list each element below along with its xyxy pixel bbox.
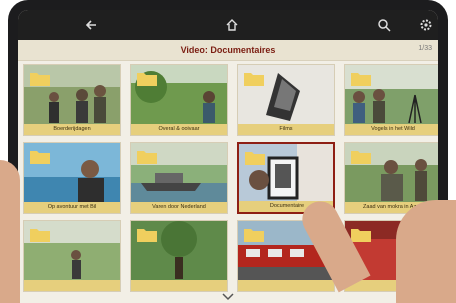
folder-icon: [137, 73, 157, 86]
tile-label: Op avontuur met Bil: [24, 202, 120, 213]
tile-label: [131, 280, 227, 291]
left-hand: [0, 160, 20, 303]
folder-icon: [137, 151, 157, 164]
video-tile-row3-1[interactable]: [23, 220, 121, 292]
folder-icon: [30, 151, 50, 164]
video-tile-row3-2[interactable]: [130, 220, 228, 292]
folder-icon: [351, 229, 371, 242]
tile-label: [24, 280, 120, 291]
home-icon[interactable]: [224, 17, 240, 33]
app-screen: Video: Documentaires 1/33 Boerderijdagen: [18, 10, 438, 303]
folder-icon: [244, 229, 264, 242]
video-grid: Boerderijdagen Overal & ooivaar Films Vo…: [18, 60, 438, 303]
video-tile-op-avontuur[interactable]: Op avontuur met Bil: [23, 142, 121, 214]
video-tile-vogels-in-het-wild[interactable]: Vogels in het Wild: [344, 64, 438, 136]
arrow-left-icon[interactable]: [84, 17, 100, 33]
video-tile-overal-ooivaar[interactable]: Overal & ooivaar: [130, 64, 228, 136]
search-icon[interactable]: [376, 17, 392, 33]
page-title-bar: Video: Documentaires 1/33: [18, 40, 438, 61]
tablet-device: Video: Documentaires 1/33 Boerderijdagen: [8, 0, 448, 303]
video-tile-varen-door-nederland[interactable]: Varen door Nederland: [130, 142, 228, 214]
folder-icon: [245, 152, 265, 165]
tile-label: Overal & ooivaar: [131, 124, 227, 135]
page-title: Video: Documentaires: [180, 45, 276, 55]
tile-label: Varen door Nederland: [131, 202, 227, 213]
page-counter: 1/33: [418, 45, 432, 52]
tile-label: Vogels in het Wild: [345, 124, 438, 135]
tile-label: [238, 280, 334, 291]
chevron-down-icon[interactable]: [222, 293, 234, 301]
folder-icon: [137, 229, 157, 242]
tile-label: Boerderijdagen: [24, 124, 120, 135]
video-tile-boerderijdagen[interactable]: Boerderijdagen: [23, 64, 121, 136]
folder-icon: [244, 73, 264, 86]
folder-icon: [351, 151, 371, 164]
video-tile-films[interactable]: Films: [237, 64, 335, 136]
right-hand: [396, 200, 456, 303]
folder-icon: [351, 73, 371, 86]
gear-icon[interactable]: [418, 17, 434, 33]
folder-icon: [30, 73, 50, 86]
top-toolbar: [18, 10, 438, 40]
tile-label: Films: [238, 124, 334, 135]
folder-icon: [30, 229, 50, 242]
